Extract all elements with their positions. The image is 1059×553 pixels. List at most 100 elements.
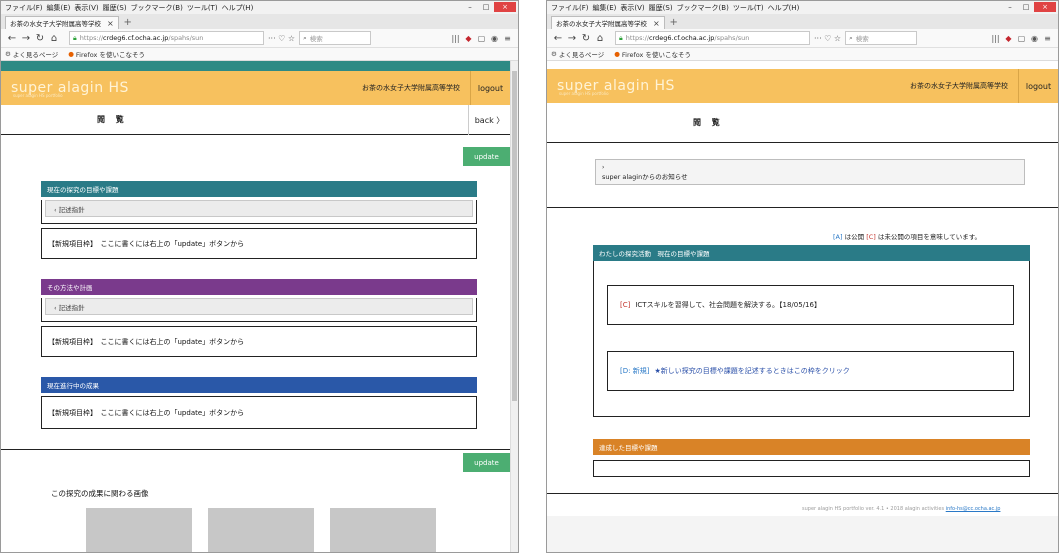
update-button[interactable]: update	[463, 147, 510, 166]
pocket-icon[interactable]: ◆	[462, 34, 475, 43]
section-methods: その方法や計画 ‹ 記述指針 【新規項目枠】 ここに書くには右上の「update…	[41, 279, 477, 357]
search-placeholder: 検索	[855, 35, 869, 43]
bookmark-firefox[interactable]: ● Firefox を使いこなそう	[68, 49, 145, 59]
bookmark-firefox[interactable]: ● Firefox を使いこなそう	[614, 49, 691, 59]
new-goal-item[interactable]: [D: 新規] ★新しい探究の目標や課題を記述するときはこの枠をクリック	[607, 351, 1014, 391]
sub-header: 閲 覧 back 〉	[1, 105, 518, 135]
back-button[interactable]: back 〉	[468, 105, 510, 135]
school-name: お茶の水女子大学附属高等学校	[910, 82, 1008, 90]
close-window-icon[interactable]: ×	[494, 2, 516, 12]
logout-button[interactable]: logout	[1018, 69, 1058, 103]
guideline-toggle[interactable]: ‹ 記述指針	[45, 200, 473, 217]
vertical-scrollbar[interactable]	[510, 61, 518, 552]
menu-bookmarks[interactable]: ブックマーク(B)	[677, 3, 729, 13]
achieved-entry-box[interactable]	[593, 460, 1030, 477]
image-placeholder[interactable]	[86, 508, 192, 552]
bookmark-most-visited[interactable]: ⚙ よく見るページ	[5, 49, 58, 59]
sync-icon[interactable]: ◉	[488, 34, 501, 43]
reload-icon[interactable]: ↻	[579, 33, 593, 44]
tab-close-icon[interactable]: ×	[653, 19, 660, 28]
new-tab-icon[interactable]: +	[121, 16, 135, 29]
menu-tools[interactable]: ツール(T)	[187, 3, 218, 13]
pocket-icon[interactable]: ◆	[1002, 34, 1015, 43]
new-entry-box[interactable]: 【新規項目枠】 ここに書くには右上の「update」ボタンから	[41, 326, 477, 357]
menu-history[interactable]: 履歴(S)	[649, 3, 673, 13]
gear-icon: ⚙	[5, 50, 11, 58]
url-host: crdeg6.cf.ocha.ac.jp	[103, 34, 169, 42]
menu-view[interactable]: 表示(V)	[620, 3, 644, 13]
new-tab-icon[interactable]: +	[667, 16, 681, 29]
url-bar[interactable]: 🔒︎ https:// crdeg6.cf.ocha.ac.jp /spahs/…	[615, 31, 810, 45]
scrollbar-thumb[interactable]	[512, 71, 517, 401]
menu-file[interactable]: ファイル(F)	[551, 3, 589, 13]
browser-tab[interactable]: お茶の水女子大学附属高等学校 ×	[551, 16, 665, 29]
guideline-toggle[interactable]: ‹ 記述指針	[45, 298, 473, 315]
reload-icon[interactable]: ↻	[33, 33, 47, 44]
maximize-icon[interactable]: □	[478, 2, 494, 12]
page-actions-icon[interactable]: ··· ♡ ☆	[814, 34, 841, 43]
sidebar-icon[interactable]: ▢	[1015, 34, 1028, 43]
menu-help[interactable]: ヘルプ(H)	[768, 3, 800, 13]
menu-history[interactable]: 履歴(S)	[103, 3, 127, 13]
home-icon[interactable]: ⌂	[593, 33, 607, 44]
library-icon[interactable]: |||	[989, 34, 1002, 43]
search-input[interactable]: ⌕ 検索	[845, 31, 918, 45]
new-goal-text: ★新しい探究の目標や課題を記述するときはこの枠をクリック	[654, 367, 850, 375]
forward-arrow-icon[interactable]: →	[19, 33, 33, 44]
bookmark-label: よく見るページ	[558, 51, 605, 59]
close-window-icon[interactable]: ×	[1034, 2, 1056, 12]
image-placeholder[interactable]	[208, 508, 314, 552]
footer-email-link[interactable]: info-hs@cc.ocha.ac.jp	[946, 506, 1001, 512]
menu-edit[interactable]: 編集(E)	[47, 3, 71, 13]
maximize-icon[interactable]: □	[1018, 2, 1034, 12]
back-arrow-icon[interactable]: ←	[551, 33, 565, 44]
gear-icon: ⚙	[551, 50, 557, 58]
sync-icon[interactable]: ◉	[1028, 34, 1041, 43]
url-path: /spahs/sun	[714, 34, 750, 42]
library-icon[interactable]: |||	[449, 34, 462, 43]
window-controls: – □ ×	[462, 2, 516, 12]
image-placeholder[interactable]	[330, 508, 436, 552]
menu-tools[interactable]: ツール(T)	[733, 3, 764, 13]
forward-arrow-icon[interactable]: →	[565, 33, 579, 44]
url-prefix: https://	[625, 34, 650, 42]
search-placeholder: 検索	[309, 35, 323, 43]
section-header: 達成した目標や課題	[593, 439, 1030, 455]
page-actions-icon[interactable]: ··· ♡ ☆	[268, 34, 295, 43]
minimize-icon[interactable]: –	[462, 2, 478, 12]
sidebar-icon[interactable]: ▢	[475, 34, 488, 43]
section-goals: 現在の探究の目標や課題 ‹ 記述指針 【新規項目枠】 ここに書くには右上の「up…	[41, 181, 477, 259]
menu-edit[interactable]: 編集(E)	[593, 3, 617, 13]
new-entry-box[interactable]: 【新規項目枠】 ここに書くには右上の「update」ボタンから	[41, 228, 477, 259]
page-title: 閲 覧	[97, 115, 128, 124]
back-arrow-icon[interactable]: ←	[5, 33, 19, 44]
hamburger-menu-icon[interactable]: ≡	[1041, 34, 1054, 43]
url-bar[interactable]: 🔒︎ https:// crdeg6.cf.ocha.ac.jp /spahs/…	[69, 31, 264, 45]
hamburger-menu-icon[interactable]: ≡	[501, 34, 514, 43]
new-entry-box[interactable]: 【新規項目枠】 ここに書くには右上の「update」ボタンから	[41, 396, 477, 429]
window-controls: – □ ×	[1002, 2, 1056, 12]
footer-text: super alagin HS portfolio ver. 4.1 • 201…	[802, 506, 945, 512]
goal-item[interactable]: [C] ICTスキルを習得して、社会問題を解決する。【18/05/16】	[607, 285, 1014, 325]
news-box[interactable]: › super alaginからのお知らせ	[595, 159, 1025, 185]
menu-view[interactable]: 表示(V)	[74, 3, 98, 13]
tab-title: お茶の水女子大学附属高等学校	[556, 20, 647, 28]
bookmark-most-visited[interactable]: ⚙ よく見るページ	[551, 49, 604, 59]
home-icon[interactable]: ⌂	[47, 33, 61, 44]
navigation-bar: ← → ↻ ⌂ 🔒︎ https:// crdeg6.cf.ocha.ac.jp…	[1, 29, 518, 48]
section-current-goals: わたしの探究活動 現在の目標や課題	[593, 245, 1030, 417]
logout-button[interactable]: logout	[470, 71, 510, 105]
search-input[interactable]: ⌕ 検索	[299, 31, 372, 45]
update-button-images[interactable]: update	[463, 453, 510, 472]
menu-bookmarks[interactable]: ブックマーク(B)	[131, 3, 183, 13]
minimize-icon[interactable]: –	[1002, 2, 1018, 12]
goal-status-tag: [C]	[620, 301, 631, 309]
menu-file[interactable]: ファイル(F)	[5, 3, 43, 13]
browser-tab[interactable]: お茶の水女子大学附属高等学校 ×	[5, 16, 119, 29]
menu-help[interactable]: ヘルプ(H)	[222, 3, 254, 13]
legend-public-text: は公開	[844, 233, 865, 241]
url-host: crdeg6.cf.ocha.ac.jp	[649, 34, 715, 42]
section-header: わたしの探究活動 現在の目標や課題	[593, 245, 1030, 261]
tab-close-icon[interactable]: ×	[107, 19, 114, 28]
section-header: 現在進行中の成果	[41, 377, 477, 393]
